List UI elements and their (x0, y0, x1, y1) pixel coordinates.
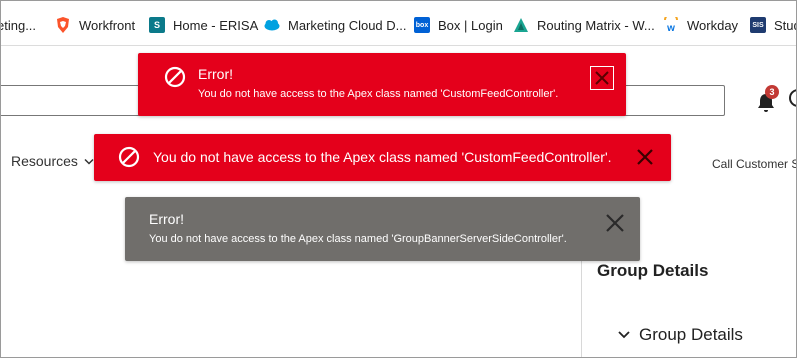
bookmark-marketing-cloud[interactable]: Marketing Cloud D... (264, 15, 407, 35)
bookmarks-bar: eting... Workfront S Home - ERISA Market… (0, 1, 796, 46)
bookmark-box-login[interactable]: box Box | Login (414, 15, 503, 35)
svg-text:w: w (666, 23, 675, 33)
toast-message: You do not have access to the Apex class… (149, 233, 567, 245)
bookmark-home-erisa[interactable]: S Home - ERISA (149, 15, 258, 35)
error-prohibited-icon (164, 66, 186, 93)
bookmark-label: Box | Login (438, 17, 503, 33)
sis-icon: SIS (750, 17, 766, 33)
error-prohibited-icon (118, 146, 140, 173)
bookmark-label: eting... (0, 17, 37, 33)
bookmark-workfront[interactable]: Workfront (55, 15, 135, 35)
group-details-section-toggle[interactable]: Group Details (617, 325, 743, 345)
workday-icon: w (663, 17, 679, 33)
error-toast: Error! You do not have access to the Ape… (138, 53, 626, 116)
bookmark-workday[interactable]: w Workday (663, 15, 738, 35)
avatar[interactable] (789, 89, 796, 107)
group-details-section-label: Group Details (639, 325, 743, 344)
nav-item-call-customer[interactable]: Call Customer S (712, 157, 796, 171)
group-details-title: Group Details (597, 261, 709, 280)
error-toast: You do not have access to the Apex class… (94, 134, 671, 181)
triangle-app-icon (513, 17, 529, 33)
sharepoint-icon: S (149, 17, 165, 33)
info-toast: Error! You do not have access to the Ape… (125, 197, 640, 261)
box-icon: box (414, 17, 430, 33)
close-icon[interactable] (604, 212, 626, 234)
toast-title: Error! (149, 211, 184, 227)
bookmark-label: Home - ERISA (173, 17, 259, 33)
salesforce-cloud-icon (264, 17, 280, 33)
notification-count-badge: 3 (765, 85, 779, 99)
panel-divider (581, 253, 582, 357)
toast-message: You do not have access to the Apex class… (153, 149, 612, 165)
close-icon[interactable] (590, 66, 614, 90)
bookmark-label: Workday (687, 17, 739, 33)
bookmark-label: Stud (774, 17, 796, 33)
toast-message: You do not have access to the Apex class… (198, 88, 559, 100)
chevron-down-icon (617, 330, 631, 340)
nav-item-resources[interactable]: Resources (11, 153, 94, 169)
chevron-down-icon (84, 153, 94, 169)
bookmark-stud[interactable]: SIS Stud (750, 15, 796, 35)
nav-resources-label: Resources (11, 153, 78, 169)
bookmark-label: Workfront (79, 17, 136, 33)
bookmark-routing-matrix[interactable]: Routing Matrix - W... (513, 15, 655, 35)
bookmark-truncated[interactable]: eting... (0, 15, 37, 35)
brave-lion-icon (55, 17, 71, 33)
bookmark-label: Routing Matrix - W... (537, 17, 655, 33)
bookmark-label: Marketing Cloud D... (288, 17, 407, 33)
toast-title: Error! (198, 66, 233, 82)
browser-window: eting... Workfront S Home - ERISA Market… (0, 0, 797, 358)
close-icon[interactable] (635, 147, 655, 167)
